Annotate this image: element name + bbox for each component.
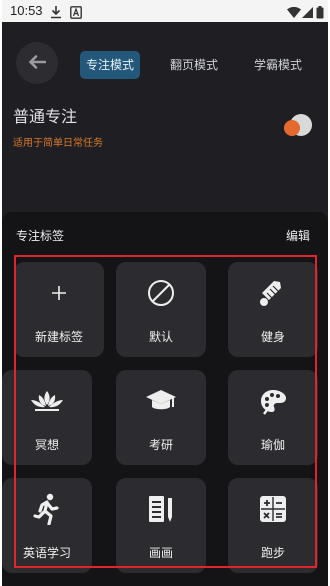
running-person-icon xyxy=(2,493,92,525)
battery-icon xyxy=(316,4,324,23)
tag-english[interactable]: 英语学习 xyxy=(2,478,92,573)
tab-page-turn-mode[interactable]: 翻页模式 xyxy=(164,51,224,79)
plus-icon xyxy=(14,278,104,308)
palette-icon xyxy=(228,386,318,416)
status-time: 10:53 xyxy=(10,3,43,18)
status-bar: 10:53 xyxy=(2,0,328,22)
notebook-pencil-icon xyxy=(116,494,206,524)
lotus-icon xyxy=(2,386,92,416)
focus-tags-sheet: 专注标签 编辑 新建标签 默认 健身 冥想 考研 瑜伽 英语学习 画画 跑步 xyxy=(2,212,328,586)
tab-focus-mode[interactable]: 专注模式 xyxy=(80,51,141,79)
prohibited-icon xyxy=(116,278,206,308)
back-button[interactable] xyxy=(16,42,58,84)
tag-running[interactable]: 跑步 xyxy=(228,478,318,573)
mode-switch-accent xyxy=(284,120,300,136)
tag-new[interactable]: 新建标签 xyxy=(14,262,104,357)
tag-label: 英语学习 xyxy=(22,546,71,560)
tag-meditation[interactable]: 冥想 xyxy=(2,370,92,465)
phone-screen: 10:53 专注模式 翻页模式 学霸模式 普通专注 适用于简单日常任务 专注标签… xyxy=(2,0,328,586)
tag-label: 考研 xyxy=(148,438,173,452)
tag-default[interactable]: 默认 xyxy=(116,262,206,357)
mode-title: 普通专注 xyxy=(13,107,78,126)
tag-label: 画画 xyxy=(148,546,173,560)
graduation-cap-icon xyxy=(116,386,206,416)
shuttlecock-icon xyxy=(228,278,318,308)
edit-button[interactable]: 编辑 xyxy=(286,227,310,244)
tag-label: 默认 xyxy=(148,330,173,344)
back-arrow-icon xyxy=(28,54,47,73)
notification-a-icon xyxy=(70,4,82,23)
tag-label: 跑步 xyxy=(260,546,285,560)
tag-label: 冥想 xyxy=(34,438,59,452)
tab-scholar-mode[interactable]: 学霸模式 xyxy=(248,51,308,79)
mode-subtitle: 适用于简单日常任务 xyxy=(13,138,103,149)
download-icon xyxy=(50,4,62,23)
tag-painting[interactable]: 画画 xyxy=(116,478,206,573)
tag-grad-exam[interactable]: 考研 xyxy=(116,370,206,465)
sheet-title: 专注标签 xyxy=(16,229,65,243)
calculator-icon xyxy=(228,494,318,524)
tag-yoga[interactable]: 瑜伽 xyxy=(228,370,318,465)
wifi-icon xyxy=(287,4,301,23)
signal-icon xyxy=(302,4,313,23)
tag-label: 瑜伽 xyxy=(260,438,285,452)
tag-label: 新建标签 xyxy=(34,330,83,344)
tag-fitness[interactable]: 健身 xyxy=(228,262,318,357)
tag-label: 健身 xyxy=(260,330,285,344)
